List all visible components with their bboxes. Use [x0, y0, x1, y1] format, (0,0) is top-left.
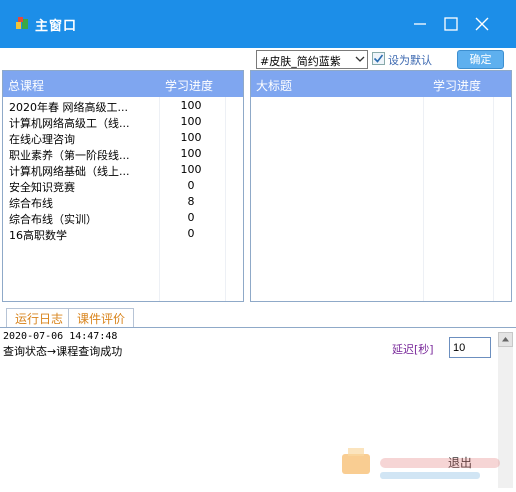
course-name: 综合布线 — [9, 197, 53, 210]
minimize-button[interactable] — [405, 10, 435, 38]
course-progress: 100 — [180, 131, 202, 144]
course-progress: 0 — [187, 211, 195, 224]
close-button[interactable] — [467, 10, 497, 38]
course-name: 综合布线（实训） — [9, 213, 97, 226]
title-bar: 主窗口 — [0, 0, 516, 48]
log-timestamp: 2020-07-06 14:47:48 — [3, 331, 118, 342]
chapter-list-header: 大标题 学习进度 — [251, 71, 511, 97]
default-checkbox[interactable] — [372, 52, 385, 65]
course-name: 2020年春 网络高级工... — [9, 101, 128, 114]
table-row[interactable]: 计算机网络高级工（线... 100 — [3, 114, 243, 130]
col-header-progress[interactable]: 学习进度 — [165, 77, 213, 94]
checkmark-icon — [373, 54, 384, 63]
course-rows: 2020年春 网络高级工... 100 计算机网络高级工（线... 100 在线心理咨询… — [3, 98, 243, 242]
log-message: 查询状态→课程查询成功 — [3, 345, 123, 358]
table-row[interactable]: 综合布线 8 — [3, 194, 243, 210]
maximize-icon — [444, 17, 458, 31]
table-row[interactable]: 安全知识竞赛 0 — [3, 178, 243, 194]
watermark-logo — [340, 440, 510, 486]
course-list[interactable]: 总课程 学习进度 2020年春 网络高级工... 100 计算机网络高级工（线...… — [2, 70, 244, 302]
course-list-header: 总课程 学习进度 — [3, 71, 243, 97]
course-name: 16高职数学 — [9, 229, 67, 242]
table-row[interactable]: 2020年春 网络高级工... 100 — [3, 98, 243, 114]
tab-run-log[interactable]: 运行日志 — [6, 308, 73, 328]
col-header-progress[interactable]: 学习进度 — [433, 77, 481, 94]
delay-label: 延迟[秒] — [392, 343, 434, 356]
course-name: 在线心理咨询 — [9, 133, 75, 146]
ok-button[interactable]: 确定 — [457, 50, 504, 69]
delay-input[interactable] — [449, 337, 491, 358]
course-name: 安全知识竞赛 — [9, 181, 75, 194]
column-divider — [423, 97, 424, 301]
default-checkbox-label[interactable]: 设为默认 — [388, 52, 432, 68]
course-progress: 0 — [187, 179, 195, 192]
table-row[interactable]: 计算机网络基础（线上... 100 — [3, 162, 243, 178]
arrow-up-icon — [502, 337, 509, 342]
chevron-down-icon[interactable] — [353, 51, 367, 68]
course-progress: 100 — [180, 147, 202, 160]
column-divider — [493, 97, 494, 301]
skin-select[interactable]: #皮肤_简约蓝紫 — [256, 50, 368, 69]
course-progress: 100 — [180, 163, 202, 176]
window-title: 主窗口 — [35, 19, 78, 34]
course-name: 职业素养（第一阶段线... — [9, 149, 130, 162]
close-icon — [475, 17, 489, 31]
skin-select-value: #皮肤_简约蓝紫 — [260, 55, 341, 68]
table-row[interactable]: 在线心理咨询 100 — [3, 130, 243, 146]
minimize-icon — [414, 23, 426, 25]
table-row[interactable]: 职业素养（第一阶段线... 100 — [3, 146, 243, 162]
course-progress: 8 — [187, 195, 195, 208]
col-header-title[interactable]: 大标题 — [256, 77, 292, 94]
course-name: 计算机网络基础（线上... — [9, 165, 130, 178]
app-icon — [15, 16, 29, 30]
tab-courseware-evaluation[interactable]: 课件评价 — [68, 308, 135, 328]
col-header-course[interactable]: 总课程 — [8, 77, 44, 94]
log-tabs: 运行日志 课件评价 — [0, 308, 516, 328]
table-row[interactable]: 16高职数学 0 — [3, 226, 243, 242]
chapter-list[interactable]: 大标题 学习进度 — [250, 70, 512, 302]
course-name: 计算机网络高级工（线... — [9, 117, 130, 130]
maximize-button[interactable] — [436, 10, 466, 38]
course-progress: 100 — [180, 99, 202, 112]
course-progress: 0 — [187, 227, 195, 240]
scroll-up-button[interactable] — [498, 332, 513, 347]
table-row[interactable]: 综合布线（实训） 0 — [3, 210, 243, 226]
course-progress: 100 — [180, 115, 202, 128]
